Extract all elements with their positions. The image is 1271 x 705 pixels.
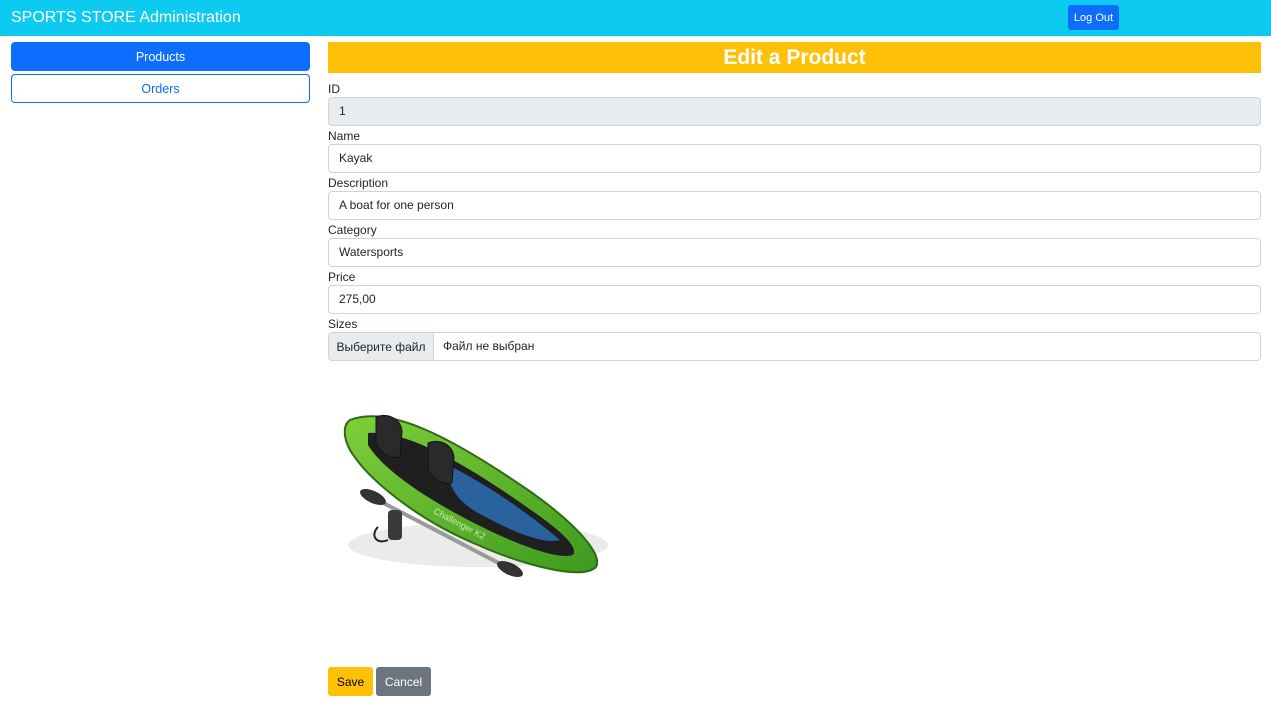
top-navbar: SPORTS STORE Administration Log Out (0, 0, 1271, 36)
price-field[interactable]: 275,00 (328, 285, 1261, 314)
sizes-file-input[interactable]: Выберите файл Файл не выбран (328, 332, 1261, 361)
price-label: Price (328, 270, 356, 284)
id-field: 1 (328, 97, 1261, 126)
kayak-image: Challenger K2 (343, 415, 608, 578)
sidebar-item-products[interactable]: Products (11, 42, 310, 71)
category-label: Category (328, 223, 377, 237)
file-status: Файл не выбран (443, 339, 535, 353)
name-field[interactable]: Kayak (328, 144, 1261, 173)
id-label: ID (328, 82, 340, 96)
cancel-button[interactable]: Cancel (376, 667, 431, 696)
name-label: Name (328, 129, 361, 143)
choose-file-button[interactable]: Выберите файл (329, 333, 434, 360)
save-button[interactable]: Save (328, 667, 373, 696)
page-title: Edit a Product (328, 42, 1261, 73)
sizes-label: Sizes (328, 317, 358, 331)
description-label: Description (328, 176, 389, 190)
description-field[interactable]: A boat for one person (328, 191, 1261, 220)
app-title: SPORTS STORE Administration (11, 9, 241, 26)
category-field[interactable]: Watersports (328, 238, 1261, 267)
sidebar-item-orders[interactable]: Orders (11, 74, 310, 103)
logout-button[interactable]: Log Out (1068, 5, 1119, 30)
